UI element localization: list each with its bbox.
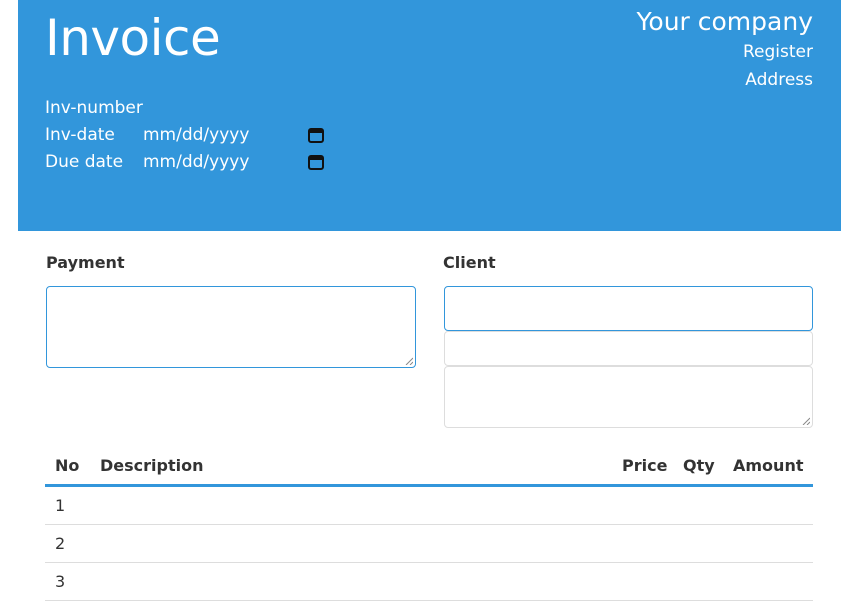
table-header: No Description Price Qty Amount bbox=[45, 446, 813, 487]
invoice-title: Invoice bbox=[45, 9, 221, 67]
row-number: 1 bbox=[55, 496, 66, 515]
client-label: Client bbox=[443, 253, 496, 272]
inv-number-label: Inv-number bbox=[45, 98, 143, 118]
row-number: 3 bbox=[55, 572, 66, 591]
resize-grip-icon[interactable] bbox=[405, 357, 413, 365]
company-address[interactable]: Address bbox=[636, 66, 813, 94]
table-row[interactable]: 1 bbox=[45, 487, 813, 525]
col-amount: Amount bbox=[733, 456, 804, 475]
payment-label: Payment bbox=[46, 253, 125, 272]
resize-grip-icon[interactable] bbox=[802, 417, 810, 425]
col-price: Price bbox=[622, 456, 668, 475]
company-block: Your company Register Address bbox=[636, 6, 813, 94]
payment-textarea[interactable] bbox=[46, 286, 416, 368]
inv-date-input[interactable]: mm/dd/yyyy bbox=[143, 122, 249, 149]
col-no: No bbox=[55, 456, 80, 475]
due-date-label: Due date bbox=[45, 152, 124, 172]
row-number: 2 bbox=[55, 534, 66, 553]
inv-date-label: Inv-date bbox=[45, 125, 115, 145]
calendar-icon[interactable] bbox=[308, 154, 324, 170]
client-detail-input[interactable] bbox=[444, 331, 813, 366]
client-address-textarea[interactable] bbox=[444, 366, 813, 428]
col-qty: Qty bbox=[683, 456, 715, 475]
col-description: Description bbox=[100, 456, 204, 475]
company-name[interactable]: Your company bbox=[636, 6, 813, 38]
company-register[interactable]: Register bbox=[636, 38, 813, 66]
items-table: No Description Price Qty Amount 1 2 3 bbox=[45, 446, 813, 601]
table-row[interactable]: 3 bbox=[45, 563, 813, 601]
invoice-header: Invoice Your company Register Address In… bbox=[18, 0, 841, 231]
invoice-page: Invoice Your company Register Address In… bbox=[0, 0, 860, 601]
client-name-input[interactable] bbox=[444, 286, 813, 331]
calendar-icon[interactable] bbox=[308, 127, 324, 143]
table-row[interactable]: 2 bbox=[45, 525, 813, 563]
due-date-input[interactable]: mm/dd/yyyy bbox=[143, 149, 249, 176]
